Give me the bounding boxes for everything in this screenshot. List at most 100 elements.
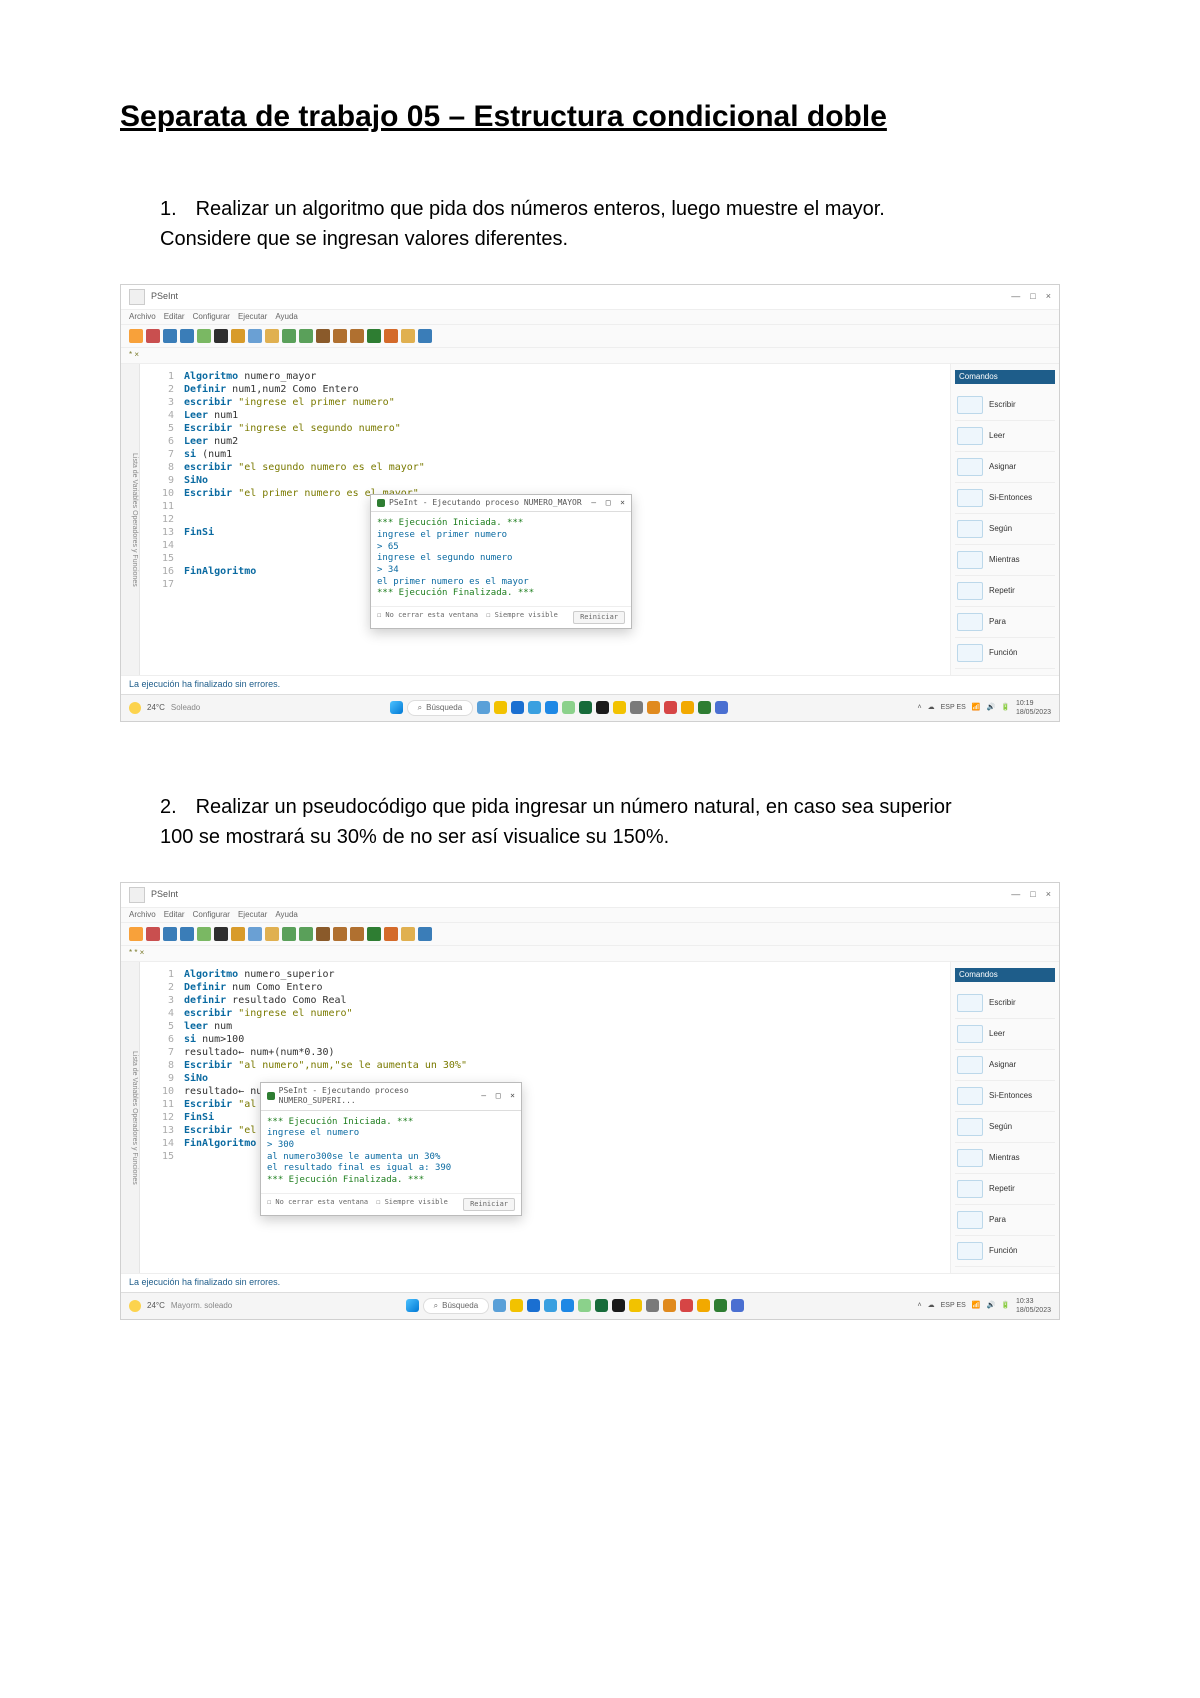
tray-chevron-icon[interactable]: ˄ xyxy=(918,1301,922,1310)
toolbar-icon[interactable] xyxy=(401,329,415,343)
taskbar-app-icon[interactable] xyxy=(613,701,626,714)
taskbar-app-icon[interactable] xyxy=(680,1299,693,1312)
minimize-icon[interactable]: — xyxy=(1011,889,1020,901)
menu-item[interactable]: Archivo xyxy=(129,312,156,321)
close-icon[interactable]: × xyxy=(1046,889,1051,901)
command-item[interactable]: Asignar xyxy=(955,452,1055,483)
toolbar-icon[interactable] xyxy=(163,927,177,941)
toolbar-icon[interactable] xyxy=(265,927,279,941)
maximize-icon[interactable]: □ xyxy=(1030,291,1035,303)
no-close-checkbox[interactable]: ☐ No cerrar esta ventana xyxy=(377,611,478,624)
taskbar-app-icon[interactable] xyxy=(578,1299,591,1312)
command-item[interactable]: Según xyxy=(955,1112,1055,1143)
always-visible-checkbox[interactable]: ☐ Siempre visible xyxy=(486,611,558,624)
command-item[interactable]: Repetir xyxy=(955,1174,1055,1205)
taskbar-app-icon[interactable] xyxy=(494,701,507,714)
taskbar-app-icon[interactable] xyxy=(715,701,728,714)
command-item[interactable]: Mientras xyxy=(955,545,1055,576)
code-editor[interactable]: 1Algoritmo numero_mayor2 Definir num1,nu… xyxy=(140,364,950,675)
close-icon[interactable]: × xyxy=(510,1091,515,1101)
toolbar-icon[interactable] xyxy=(146,329,160,343)
start-icon[interactable] xyxy=(406,1299,419,1312)
toolbar-icon[interactable] xyxy=(316,329,330,343)
menu-item[interactable]: Editar xyxy=(164,910,185,919)
toolbar-icon[interactable] xyxy=(418,927,432,941)
taskbar-app-icon[interactable] xyxy=(579,701,592,714)
minimize-icon[interactable]: — xyxy=(481,1091,486,1101)
toolbar-icon[interactable] xyxy=(146,927,160,941)
minimize-icon[interactable]: — xyxy=(1011,291,1020,303)
toolbar-icon[interactable] xyxy=(282,329,296,343)
menu-item[interactable]: Ayuda xyxy=(275,312,298,321)
restart-button[interactable]: Reiniciar xyxy=(463,1198,515,1211)
toolbar-icon[interactable] xyxy=(384,329,398,343)
taskbar-search[interactable]: ⌕ Búsqueda xyxy=(423,1298,490,1314)
menu-item[interactable]: Archivo xyxy=(129,910,156,919)
command-item[interactable]: Leer xyxy=(955,1019,1055,1050)
toolbar-icon[interactable] xyxy=(231,329,245,343)
command-item[interactable]: Según xyxy=(955,514,1055,545)
toolbar-icon[interactable] xyxy=(197,927,211,941)
menu-item[interactable]: Editar xyxy=(164,312,185,321)
command-item[interactable]: Leer xyxy=(955,421,1055,452)
menu-item[interactable]: Ayuda xyxy=(275,910,298,919)
close-icon[interactable]: × xyxy=(1046,291,1051,303)
toolbar-icon[interactable] xyxy=(282,927,296,941)
tray-volume-icon[interactable]: 🔊 xyxy=(987,1301,996,1310)
tray-lang[interactable]: ESP ES xyxy=(941,1301,966,1310)
taskbar-app-icon[interactable] xyxy=(714,1299,727,1312)
maximize-icon[interactable]: □ xyxy=(496,1091,501,1101)
close-icon[interactable]: × xyxy=(620,498,625,508)
taskbar-app-icon[interactable] xyxy=(663,1299,676,1312)
command-item[interactable]: Si-Entonces xyxy=(955,1081,1055,1112)
command-item[interactable]: Para xyxy=(955,607,1055,638)
maximize-icon[interactable]: □ xyxy=(1030,889,1035,901)
command-item[interactable]: Escribir xyxy=(955,390,1055,421)
menu-item[interactable]: Ejecutar xyxy=(238,312,267,321)
taskbar-app-icon[interactable] xyxy=(697,1299,710,1312)
taskbar-search[interactable]: ⌕ Búsqueda xyxy=(407,700,474,716)
taskbar-app-icon[interactable] xyxy=(612,1299,625,1312)
menu-item[interactable]: Ejecutar xyxy=(238,910,267,919)
toolbar-icon[interactable] xyxy=(350,329,364,343)
toolbar-icon[interactable] xyxy=(265,329,279,343)
command-item[interactable]: Repetir xyxy=(955,576,1055,607)
toolbar-icon[interactable] xyxy=(129,329,143,343)
toolbar-icon[interactable] xyxy=(248,927,262,941)
taskbar-app-icon[interactable] xyxy=(629,1299,642,1312)
taskbar-app-icon[interactable] xyxy=(646,1299,659,1312)
taskbar-app-icon[interactable] xyxy=(510,1299,523,1312)
tray-volume-icon[interactable]: 🔊 xyxy=(987,703,996,712)
taskbar-app-icon[interactable] xyxy=(511,701,524,714)
toolbar-icon[interactable] xyxy=(180,329,194,343)
taskbar-app-icon[interactable] xyxy=(528,701,541,714)
toolbar-icon[interactable] xyxy=(384,927,398,941)
left-sidebar[interactable]: Lista de Variables Operadores y Funcione… xyxy=(121,962,140,1273)
taskbar-app-icon[interactable] xyxy=(698,701,711,714)
tray-chevron-icon[interactable]: ˄ xyxy=(918,703,922,712)
toolbar-icon[interactable] xyxy=(248,329,262,343)
start-icon[interactable] xyxy=(390,701,403,714)
toolbar-icon[interactable] xyxy=(214,927,228,941)
taskbar-app-icon[interactable] xyxy=(664,701,677,714)
taskbar-app-icon[interactable] xyxy=(477,701,490,714)
editor-tabs[interactable]: * * × xyxy=(121,946,1059,961)
tray-clock[interactable]: 10:1918/05/2023 xyxy=(1016,699,1051,717)
taskbar-app-icon[interactable] xyxy=(562,701,575,714)
toolbar-icon[interactable] xyxy=(401,927,415,941)
no-close-checkbox[interactable]: ☐ No cerrar esta ventana xyxy=(267,1198,368,1211)
toolbar-icon[interactable] xyxy=(418,329,432,343)
toolbar-icon[interactable] xyxy=(180,927,194,941)
tray-battery-icon[interactable]: 🔋 xyxy=(1001,703,1010,712)
editor-tabs[interactable]: * × xyxy=(121,348,1059,363)
command-item[interactable]: Asignar xyxy=(955,1050,1055,1081)
menu-item[interactable]: Configurar xyxy=(193,910,230,919)
toolbar-icon[interactable] xyxy=(333,329,347,343)
restart-button[interactable]: Reiniciar xyxy=(573,611,625,624)
taskbar-app-icon[interactable] xyxy=(561,1299,574,1312)
tray-onedrive-icon[interactable]: ☁ xyxy=(928,1301,935,1310)
menu-item[interactable]: Configurar xyxy=(193,312,230,321)
tray-lang[interactable]: ESP ES xyxy=(941,703,966,712)
taskbar-app-icon[interactable] xyxy=(527,1299,540,1312)
minimize-icon[interactable]: — xyxy=(591,498,596,508)
